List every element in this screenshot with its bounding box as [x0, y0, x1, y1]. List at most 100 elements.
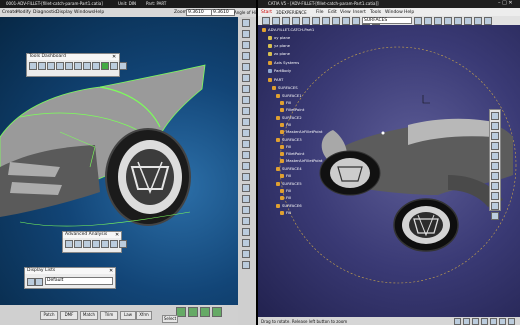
paste-icon[interactable] [322, 17, 330, 25]
status-icon-5[interactable] [490, 318, 497, 325]
normal-view-icon[interactable] [434, 17, 442, 25]
points-icon[interactable] [242, 173, 250, 181]
tree-item[interactable]: SURFACE5 [276, 181, 323, 186]
tree-item[interactable]: Fill [280, 144, 323, 149]
surfaces-icon[interactable] [242, 195, 250, 203]
law-button[interactable]: Law [120, 311, 136, 320]
menu-insert[interactable]: Insert [353, 10, 366, 15]
specification-tree[interactable]: ADV-FILLET-CATCH-Part1 xy plane yz plane… [262, 27, 323, 215]
pan-icon[interactable] [242, 74, 250, 82]
undo-icon[interactable] [29, 62, 37, 70]
menu-edit[interactable]: Edit [328, 10, 337, 15]
patch-button[interactable]: Patch [40, 311, 58, 320]
tree-item[interactable]: SURFACE2 [276, 115, 323, 120]
status-icon-6[interactable] [499, 318, 506, 325]
rotate-icon[interactable] [242, 63, 250, 71]
shading-icon[interactable] [242, 96, 250, 104]
tree-item[interactable]: SURFACES [272, 85, 323, 90]
trim-icon[interactable] [491, 162, 499, 170]
tree-item[interactable]: PartBody [268, 68, 323, 73]
draft-icon[interactable] [110, 240, 118, 248]
save-icon[interactable] [282, 17, 290, 25]
swap-icon[interactable] [424, 17, 432, 25]
scale-icon[interactable] [491, 212, 499, 220]
menu-help[interactable]: Help [404, 10, 414, 15]
left-3d-viewport[interactable]: Tools Dashboard ✕ Advanced Analysis ✕ Di… [0, 17, 238, 325]
tree-item[interactable]: SURFACE6 [276, 203, 323, 208]
close-icon[interactable]: ✕ [115, 232, 119, 238]
menu-diagnostic[interactable]: Diagnostic [33, 10, 57, 15]
close-icon[interactable]: ✕ [112, 54, 116, 60]
snap-icon[interactable] [242, 239, 250, 247]
match-button[interactable]: Match [80, 311, 98, 320]
record-icon[interactable] [242, 250, 250, 258]
rotate-icon[interactable] [491, 192, 499, 200]
print-icon[interactable] [292, 17, 300, 25]
open-icon[interactable] [272, 17, 280, 25]
tree-item[interactable]: FilletPoint [280, 107, 323, 112]
select-button[interactable]: Select [162, 315, 178, 323]
menu-create[interactable]: Create [2, 10, 17, 15]
tree-item[interactable]: SURFACE3 [276, 137, 323, 142]
wireframe-icon[interactable] [242, 107, 250, 115]
status-icon-2[interactable] [463, 318, 470, 325]
color-icon[interactable] [242, 140, 250, 148]
render-icon[interactable] [464, 17, 472, 25]
cut-icon[interactable] [302, 17, 310, 25]
tree-item[interactable]: MasterAirFilletPoint [280, 158, 323, 163]
undo-icon[interactable] [332, 17, 340, 25]
tree-item[interactable]: Fill [280, 122, 323, 127]
close-icon[interactable]: ✕ [109, 268, 113, 274]
tree-item[interactable]: Axis Systems [268, 60, 323, 65]
analysis-icon[interactable] [484, 17, 492, 25]
window-controls-icon[interactable]: – □ ✕ [498, 0, 513, 6]
copy-icon[interactable] [312, 17, 320, 25]
measure-icon[interactable] [242, 129, 250, 137]
menu-file[interactable]: File [316, 10, 324, 15]
trim-button[interactable]: Trim [100, 311, 118, 320]
display-lists-panel[interactable]: Display Lists ✕ Default [24, 267, 116, 289]
tree-item[interactable]: SURFACE1 [276, 93, 323, 98]
normals-icon[interactable] [242, 151, 250, 159]
stop-icon[interactable] [242, 261, 250, 269]
layer-icon[interactable] [92, 62, 100, 70]
menu-tools[interactable]: Tools [370, 10, 381, 15]
highlight-icon[interactable] [101, 240, 109, 248]
shading-icon[interactable] [454, 17, 462, 25]
grid-icon[interactable] [83, 62, 91, 70]
bodies-icon[interactable] [242, 206, 250, 214]
view-side-icon[interactable] [242, 52, 250, 60]
repeat-icon[interactable] [47, 62, 55, 70]
cutting-plane-icon[interactable] [74, 240, 82, 248]
curves-icon[interactable] [242, 184, 250, 192]
camera-icon[interactable] [119, 62, 127, 70]
surface-tool-icon[interactable] [188, 307, 198, 317]
hide-show-icon[interactable] [414, 17, 422, 25]
new-icon[interactable] [262, 17, 270, 25]
tree-item[interactable]: Fill [280, 188, 323, 193]
menu-help[interactable]: Help [94, 10, 104, 15]
tree-item[interactable]: SURFACE4 [276, 166, 323, 171]
tree-item[interactable]: zx plane [268, 51, 323, 56]
menu-modify[interactable]: Modify [16, 10, 31, 15]
menu-window[interactable]: Window [385, 10, 403, 15]
xfrm-button[interactable]: Xfrm [136, 311, 152, 320]
menu-display[interactable]: Display [56, 10, 73, 15]
show-icon[interactable] [56, 62, 64, 70]
tree-item[interactable]: yz plane [268, 43, 323, 48]
translate-icon[interactable] [491, 182, 499, 190]
measure-icon[interactable] [474, 17, 482, 25]
menu-start[interactable]: Start [261, 10, 272, 15]
tree-item[interactable]: ADV-FILLET-CATCH-Part1 [262, 27, 323, 32]
advanced-analysis-panel[interactable]: Advanced Analysis ✕ [62, 231, 127, 253]
light-icon[interactable] [110, 62, 118, 70]
blend-icon[interactable] [491, 132, 499, 140]
split-icon[interactable] [491, 152, 499, 160]
status-icon-4[interactable] [481, 318, 488, 325]
status-icon-3[interactable] [472, 318, 479, 325]
filter-icon[interactable] [242, 217, 250, 225]
geometric-set-field[interactable]: SURFACES [362, 17, 412, 24]
tree-item[interactable]: Fill [280, 100, 323, 105]
curvature-icon[interactable] [65, 240, 73, 248]
reflection-icon[interactable] [83, 240, 91, 248]
